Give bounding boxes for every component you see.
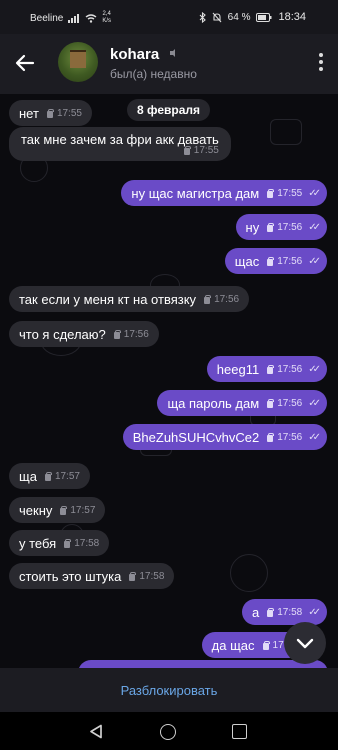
outgoing-message[interactable]: ща пароль дам 17:56 ✓✓ bbox=[157, 390, 327, 416]
chat-title[interactable]: kohara bbox=[110, 46, 159, 63]
read-checkmarks-icon: ✓✓ bbox=[308, 606, 321, 618]
read-checkmarks-icon: ✓✓ bbox=[308, 363, 321, 375]
read-checkmarks-icon: ✓✓ bbox=[308, 187, 321, 199]
clock-icon bbox=[44, 471, 52, 481]
avatar[interactable] bbox=[58, 42, 98, 82]
back-arrow-icon[interactable] bbox=[14, 52, 36, 74]
outgoing-message[interactable]: heeg11 17:56 ✓✓ bbox=[206, 356, 327, 382]
incoming-message[interactable]: что я сделаю? 17:56 bbox=[9, 321, 159, 347]
outgoing-message[interactable]: ну щас магистра дам 17:55 ✓✓ bbox=[121, 180, 327, 206]
muted-icon bbox=[170, 49, 175, 57]
read-checkmarks-icon: ✓✓ bbox=[308, 221, 321, 233]
outgoing-message-partial[interactable] bbox=[78, 660, 328, 668]
bluetooth-icon bbox=[199, 11, 206, 23]
read-checkmarks-icon: ✓✓ bbox=[308, 397, 321, 409]
wifi-icon bbox=[85, 13, 97, 23]
background-doodle bbox=[270, 119, 302, 145]
battery-icon bbox=[256, 12, 272, 22]
incoming-message[interactable]: чекну 17:57 bbox=[9, 497, 106, 523]
clock-icon bbox=[183, 146, 191, 155]
chat-header: kohara был(а) недавно bbox=[0, 34, 338, 94]
battery-percent: 64 % bbox=[227, 11, 251, 23]
status-bar: Beeline 2,4 K/s 64 % 18:34 bbox=[0, 0, 338, 34]
incoming-message[interactable]: ща 17:57 bbox=[9, 463, 90, 489]
background-doodle bbox=[230, 554, 268, 592]
clock-icon bbox=[59, 505, 68, 515]
outgoing-message[interactable]: щас 17:56 ✓✓ bbox=[224, 248, 327, 274]
system-navigation-bar bbox=[0, 712, 338, 750]
clock-icon bbox=[266, 256, 275, 266]
read-checkmarks-icon: ✓✓ bbox=[308, 255, 321, 267]
incoming-message[interactable]: так мне зачем за фри акк давать 17:55 bbox=[9, 127, 231, 161]
date-separator: 8 февраля bbox=[127, 99, 211, 121]
clock-time: 18:34 bbox=[278, 11, 306, 23]
mute-bell-icon bbox=[212, 12, 222, 22]
scroll-down-button[interactable] bbox=[284, 622, 326, 664]
outgoing-message[interactable]: BheZuhSUHCvhvCe2 17:56 ✓✓ bbox=[122, 424, 327, 450]
clock-icon bbox=[266, 188, 275, 198]
clock-icon bbox=[63, 538, 72, 548]
clock-icon bbox=[266, 607, 275, 617]
nav-back-icon[interactable] bbox=[89, 724, 103, 739]
more-menu-icon[interactable] bbox=[318, 53, 324, 73]
nav-recent-apps-icon[interactable] bbox=[232, 724, 247, 739]
clock-icon bbox=[128, 571, 137, 581]
chevron-down-icon bbox=[296, 638, 314, 649]
incoming-message[interactable]: так если у меня кт на отвязку 17:56 bbox=[9, 286, 250, 312]
clock-icon bbox=[262, 640, 270, 650]
nav-home-icon[interactable] bbox=[160, 724, 176, 740]
clock-icon bbox=[113, 329, 121, 339]
clock-icon bbox=[46, 108, 54, 118]
clock-icon bbox=[266, 398, 275, 408]
clock-icon bbox=[266, 222, 275, 232]
incoming-message[interactable]: нет 17:55 bbox=[9, 100, 92, 126]
carrier-name: Beeline bbox=[30, 12, 64, 24]
message-list[interactable]: нет 17:55 8 февраля так мне зачем за фри… bbox=[0, 94, 338, 668]
clock-icon bbox=[266, 364, 275, 374]
signal-icon bbox=[68, 13, 80, 23]
clock-icon bbox=[203, 294, 212, 304]
incoming-message[interactable]: стоить это штука 17:58 bbox=[9, 563, 175, 589]
outgoing-message[interactable]: ну 17:56 ✓✓ bbox=[235, 214, 327, 240]
clock-icon bbox=[266, 432, 275, 442]
incoming-message[interactable]: у тебя 17:58 bbox=[9, 530, 110, 556]
read-checkmarks-icon: ✓✓ bbox=[308, 431, 321, 443]
network-speed: 2,4 K/s bbox=[102, 11, 112, 24]
last-seen-status: был(а) недавно bbox=[110, 67, 197, 81]
unblock-button[interactable]: Разблокировать bbox=[0, 668, 338, 712]
outgoing-message[interactable]: а 17:58 ✓✓ bbox=[241, 599, 327, 625]
